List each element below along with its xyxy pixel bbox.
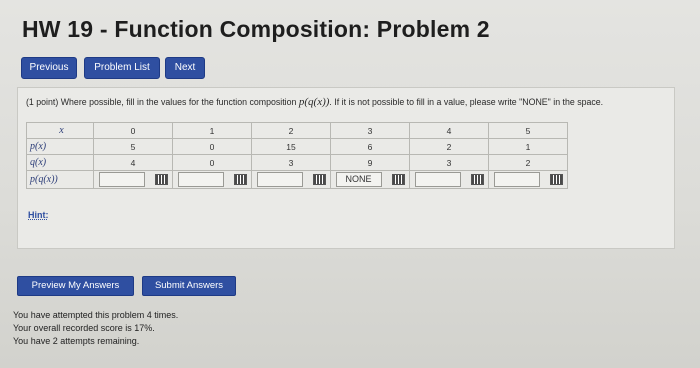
equation-editor-icon[interactable] <box>470 174 484 185</box>
answer-cell <box>488 170 568 189</box>
answer-cell <box>409 170 489 189</box>
submit-answers-button[interactable]: Submit Answers <box>142 276 236 296</box>
table-row-p: p(x) 5 0 15 6 2 1 <box>26 138 568 155</box>
table-cell: 2 <box>488 154 568 171</box>
attempt-status: You have attempted this problem 4 times.… <box>13 309 178 348</box>
equation-editor-icon[interactable] <box>154 174 168 185</box>
answer-cell <box>251 170 331 189</box>
table-row-answer: p(q(x)) NONE <box>26 170 568 189</box>
table-cell: 5 <box>488 122 568 139</box>
answer-input[interactable]: NONE <box>335 172 382 187</box>
table-row-x: x 0 1 2 3 4 5 <box>26 122 568 139</box>
table-row-q: q(x) 4 0 3 9 3 2 <box>26 154 568 171</box>
row-header-composition: p(q(x)) <box>26 170 94 189</box>
preview-answers-button[interactable]: Preview My Answers <box>17 276 134 296</box>
equation-editor-icon[interactable] <box>549 174 563 185</box>
answer-input[interactable] <box>177 172 224 187</box>
table-cell: 5 <box>93 138 173 155</box>
page: HW 19 - Function Composition: Problem 2 … <box>0 0 700 368</box>
answer-cell <box>172 170 252 189</box>
hint-link[interactable]: Hint: <box>28 210 49 220</box>
problem-list-button[interactable]: Problem List <box>84 57 160 79</box>
previous-button[interactable]: Previous <box>21 57 77 79</box>
table-cell: 0 <box>172 138 252 155</box>
table-cell: 2 <box>409 138 489 155</box>
answer-input[interactable] <box>414 172 461 187</box>
equation-editor-icon[interactable] <box>391 174 405 185</box>
points-label: (1 point) <box>26 97 59 107</box>
row-header-x: x <box>26 122 94 139</box>
table-cell: 0 <box>172 154 252 171</box>
answer-input[interactable] <box>98 172 145 187</box>
table-cell: 9 <box>330 154 410 171</box>
table-cell: 1 <box>488 138 568 155</box>
answer-cell: NONE <box>330 170 410 189</box>
problem-panel: (1 point) Where possible, fill in the va… <box>17 87 675 249</box>
table-cell: 0 <box>93 122 173 139</box>
equation-editor-icon[interactable] <box>233 174 247 185</box>
page-title: HW 19 - Function Composition: Problem 2 <box>22 16 490 42</box>
composition-expression: p(q(x)) <box>298 96 330 108</box>
table-cell: 4 <box>409 122 489 139</box>
row-header-p: p(x) <box>26 138 94 155</box>
equation-editor-icon[interactable] <box>312 174 326 185</box>
table-cell: 2 <box>251 122 331 139</box>
problem-statement: (1 point) Where possible, fill in the va… <box>26 96 666 108</box>
row-header-q: q(x) <box>26 154 94 171</box>
next-button[interactable]: Next <box>165 57 205 79</box>
instruction-text-end: . If it is not possible to fill in a val… <box>329 97 604 107</box>
instruction-text-start: Where possible, fill in the values for t… <box>60 97 299 107</box>
table-cell: 1 <box>172 122 252 139</box>
table-cell: 15 <box>251 138 331 155</box>
attempts-text: You have attempted this problem 4 times. <box>13 310 179 320</box>
answer-input[interactable] <box>493 172 540 187</box>
values-table: x 0 1 2 3 4 5 p(x) 5 0 15 6 2 1 q(x) 4 0 <box>26 122 568 189</box>
table-cell: 4 <box>93 154 173 171</box>
answer-input[interactable] <box>256 172 303 187</box>
table-cell: 3 <box>251 154 331 171</box>
table-cell: 3 <box>330 122 410 139</box>
answer-cell <box>93 170 173 189</box>
score-text: Your overall recorded score is 17%. <box>13 323 155 333</box>
table-cell: 6 <box>330 138 410 155</box>
remaining-text: You have 2 attempts remaining. <box>13 336 140 346</box>
table-cell: 3 <box>409 154 489 171</box>
